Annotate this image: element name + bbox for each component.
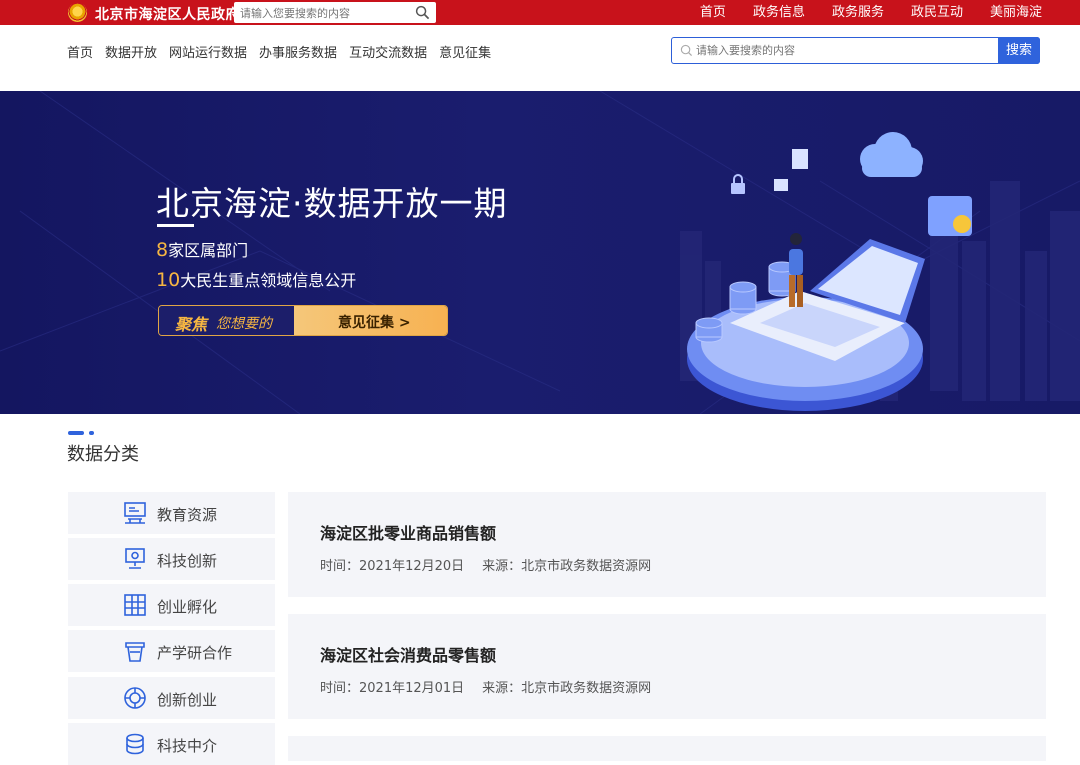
category-education[interactable]: 教育资源 [68, 492, 275, 534]
education-icon [124, 502, 146, 524]
dataset-card[interactable]: 海淀区批零业商品销售额 时间：2021年12月20日 来源：北京市政务数据资源网 [288, 492, 1046, 597]
topnav-home[interactable]: 首页 [700, 0, 726, 25]
category-label: 科技创新 [157, 552, 218, 570]
banner-stat-departments: 8家区属部门 [156, 237, 248, 261]
cooperation-icon [125, 642, 145, 662]
cta-focus-text: 聚焦 [175, 315, 208, 334]
subnav-service-data[interactable]: 办事服务数据 [259, 42, 337, 61]
search-icon[interactable] [415, 5, 430, 20]
dataset-meta: 时间：2021年12月20日 来源：北京市政务数据资源网 [320, 555, 651, 574]
top-search-input[interactable] [234, 3, 409, 24]
subnav-feedback[interactable]: 意见征集 [439, 42, 491, 61]
topnav-gov-service[interactable]: 政务服务 [832, 0, 884, 25]
category-incubation[interactable]: 创业孵化 [68, 584, 275, 626]
dataset-time: 时间：2021年12月20日 [320, 559, 465, 574]
search-button[interactable]: 搜索 [998, 37, 1040, 64]
cta-right[interactable]: 意见征集 > [294, 306, 447, 335]
dataset-source: 来源：北京市政务数据资源网 [482, 681, 652, 696]
sub-nav: 首页 数据开放 网站运行数据 办事服务数据 互动交流数据 意见征集 [67, 42, 503, 61]
section-title: 数据分类 [67, 444, 139, 465]
topnav-gov-info[interactable]: 政务信息 [753, 0, 805, 25]
category-tech-innovation[interactable]: 科技创新 [68, 538, 275, 580]
category-label: 科技中介 [157, 737, 218, 755]
national-emblem-icon [68, 3, 87, 22]
top-bar: 北京市海淀区人民政府 首页 政务信息 政务服务 政民互动 美丽海淀 [0, 0, 1080, 25]
dataset-card[interactable]: 海淀区社会消费品零售额 时间：2021年12月01日 来源：北京市政务数据资源网 [288, 614, 1046, 719]
cta-want-text: 您想要的 [216, 316, 272, 332]
banner-stat-domains: 10大民生重点领域信息公开 [156, 267, 356, 291]
dataset-title[interactable]: 海淀区批零业商品销售额 [320, 520, 496, 544]
subnav-home[interactable]: 首页 [67, 42, 93, 61]
stat-domains-text: 大民生重点领域信息公开 [180, 271, 357, 290]
category-cooperation[interactable]: 产学研合作 [68, 630, 275, 672]
tech-agency-icon [126, 733, 144, 755]
top-nav: 首页 政务信息 政务服务 政民互动 美丽海淀 [673, 0, 1042, 25]
topnav-interaction[interactable]: 政民互动 [911, 0, 963, 25]
main-search-box: 搜索 [671, 37, 1040, 64]
subnav-interaction-data[interactable]: 互动交流数据 [349, 42, 427, 61]
cta-label: 意见征集 > [338, 315, 411, 331]
tech-innovation-icon [125, 548, 145, 569]
stat-domains-number: 10 [156, 269, 181, 291]
category-label: 产学研合作 [157, 644, 233, 662]
category-innovation[interactable]: 创新创业 [68, 677, 275, 719]
category-tech-agency[interactable]: 科技中介 [68, 723, 275, 765]
category-label: 创业孵化 [157, 598, 218, 616]
category-label: 创新创业 [157, 691, 218, 709]
hero-banner: 北京海淀·数据开放一期 8家区属部门 10大民生重点领域信息公开 聚焦 您想要的… [0, 91, 1080, 414]
category-label: 教育资源 [157, 506, 218, 524]
top-search-box [234, 2, 436, 24]
dataset-card[interactable] [288, 736, 1046, 761]
dataset-source: 来源：北京市政务数据资源网 [482, 559, 652, 574]
stat-departments-number: 8 [156, 239, 169, 261]
feedback-cta-button[interactable]: 聚焦 您想要的 意见征集 > [158, 305, 448, 336]
dataset-title[interactable]: 海淀区社会消费品零售额 [320, 642, 496, 666]
subnav-site-operation[interactable]: 网站运行数据 [169, 42, 247, 61]
dataset-meta: 时间：2021年12月01日 来源：北京市政务数据资源网 [320, 677, 651, 696]
site-name[interactable]: 北京市海淀区人民政府 [95, 4, 240, 24]
incubation-icon [124, 594, 146, 616]
subnav-data-open[interactable]: 数据开放 [105, 42, 157, 61]
banner-title: 北京海淀·数据开放一期 [156, 184, 508, 223]
innovation-icon [124, 687, 146, 709]
search-icon [680, 44, 693, 57]
main-search-input[interactable] [696, 38, 996, 63]
cta-left: 聚焦 您想要的 [159, 306, 294, 335]
banner-title-underline [157, 224, 194, 227]
stat-departments-text: 家区属部门 [168, 241, 249, 260]
topnav-beautiful-haidian[interactable]: 美丽海淀 [990, 0, 1042, 25]
dataset-time: 时间：2021年12月01日 [320, 681, 465, 696]
